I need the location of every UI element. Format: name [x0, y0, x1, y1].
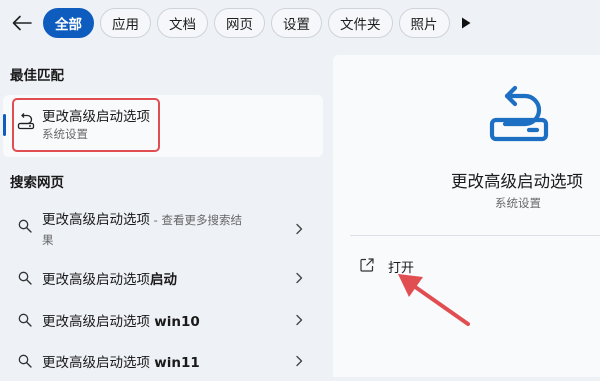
web-result-query: 更改高级启动选项: [42, 355, 155, 371]
more-filters-button[interactable]: [458, 15, 474, 31]
back-arrow-icon: [12, 15, 32, 31]
open-external-icon: [360, 258, 374, 272]
chevron-right-icon: [296, 355, 303, 367]
detail-title: 更改高级启动选项: [451, 172, 583, 191]
detail-subtitle: 系统设置: [495, 196, 541, 210]
chip-web[interactable]: 网页: [214, 8, 265, 38]
chip-photos[interactable]: 照片: [398, 8, 450, 38]
selection-indicator: [3, 114, 6, 136]
web-result-3[interactable]: 更改高级启动选项 win10: [3, 300, 323, 340]
web-result-suffix: - 查看更多搜索结: [150, 213, 242, 227]
play-triangle-icon: [462, 17, 471, 29]
annotation-arrow: [398, 274, 470, 326]
chip-apps[interactable]: 应用: [100, 8, 151, 38]
best-match-heading: 最佳匹配: [10, 68, 64, 84]
chevron-right-icon: [296, 223, 303, 235]
chevron-right-icon: [296, 314, 303, 326]
filter-bar: 全部 应用 文档 网页 设置 文件夹 照片: [0, 0, 600, 46]
filter-chips: 全部 应用 文档 网页 设置 文件夹 照片: [43, 8, 450, 38]
search-icon: [18, 219, 32, 233]
web-result-label: 更改高级启动选项 win10: [42, 310, 200, 330]
web-result-query: 更改高级启动选项: [42, 212, 150, 228]
chip-all[interactable]: 全部: [43, 8, 94, 38]
web-result-label: 更改高级启动选项 - 查看更多搜索结 果: [42, 210, 267, 250]
web-result-completion: win11: [154, 355, 200, 371]
web-search-heading: 搜索网页: [10, 175, 64, 191]
web-result-query: 更改高级启动选项: [42, 314, 155, 330]
web-result-1[interactable]: 更改高级启动选项 - 查看更多搜索结 果: [3, 205, 323, 251]
search-icon: [18, 271, 32, 285]
advanced-startup-large-icon: [489, 85, 549, 142]
web-result-completion: 启动: [150, 272, 177, 288]
web-result-2[interactable]: 更改高级启动选项启动: [3, 258, 323, 298]
highlight-box: [12, 98, 160, 152]
web-result-label: 更改高级启动选项启动: [42, 268, 177, 288]
web-result-suffix-wrap: 果: [42, 233, 54, 247]
search-icon: [18, 354, 32, 368]
chip-folders[interactable]: 文件夹: [328, 8, 393, 38]
search-icon: [18, 313, 32, 327]
chevron-right-icon: [296, 272, 303, 284]
divider: [350, 235, 600, 236]
web-result-4[interactable]: 更改高级启动选项 win11: [3, 341, 323, 381]
chip-documents[interactable]: 文档: [157, 8, 208, 38]
chip-settings[interactable]: 设置: [271, 8, 322, 38]
web-result-label: 更改高级启动选项 win11: [42, 351, 200, 371]
web-result-completion: win10: [154, 314, 200, 330]
web-result-query: 更改高级启动选项: [42, 272, 150, 288]
back-button[interactable]: [8, 9, 36, 37]
